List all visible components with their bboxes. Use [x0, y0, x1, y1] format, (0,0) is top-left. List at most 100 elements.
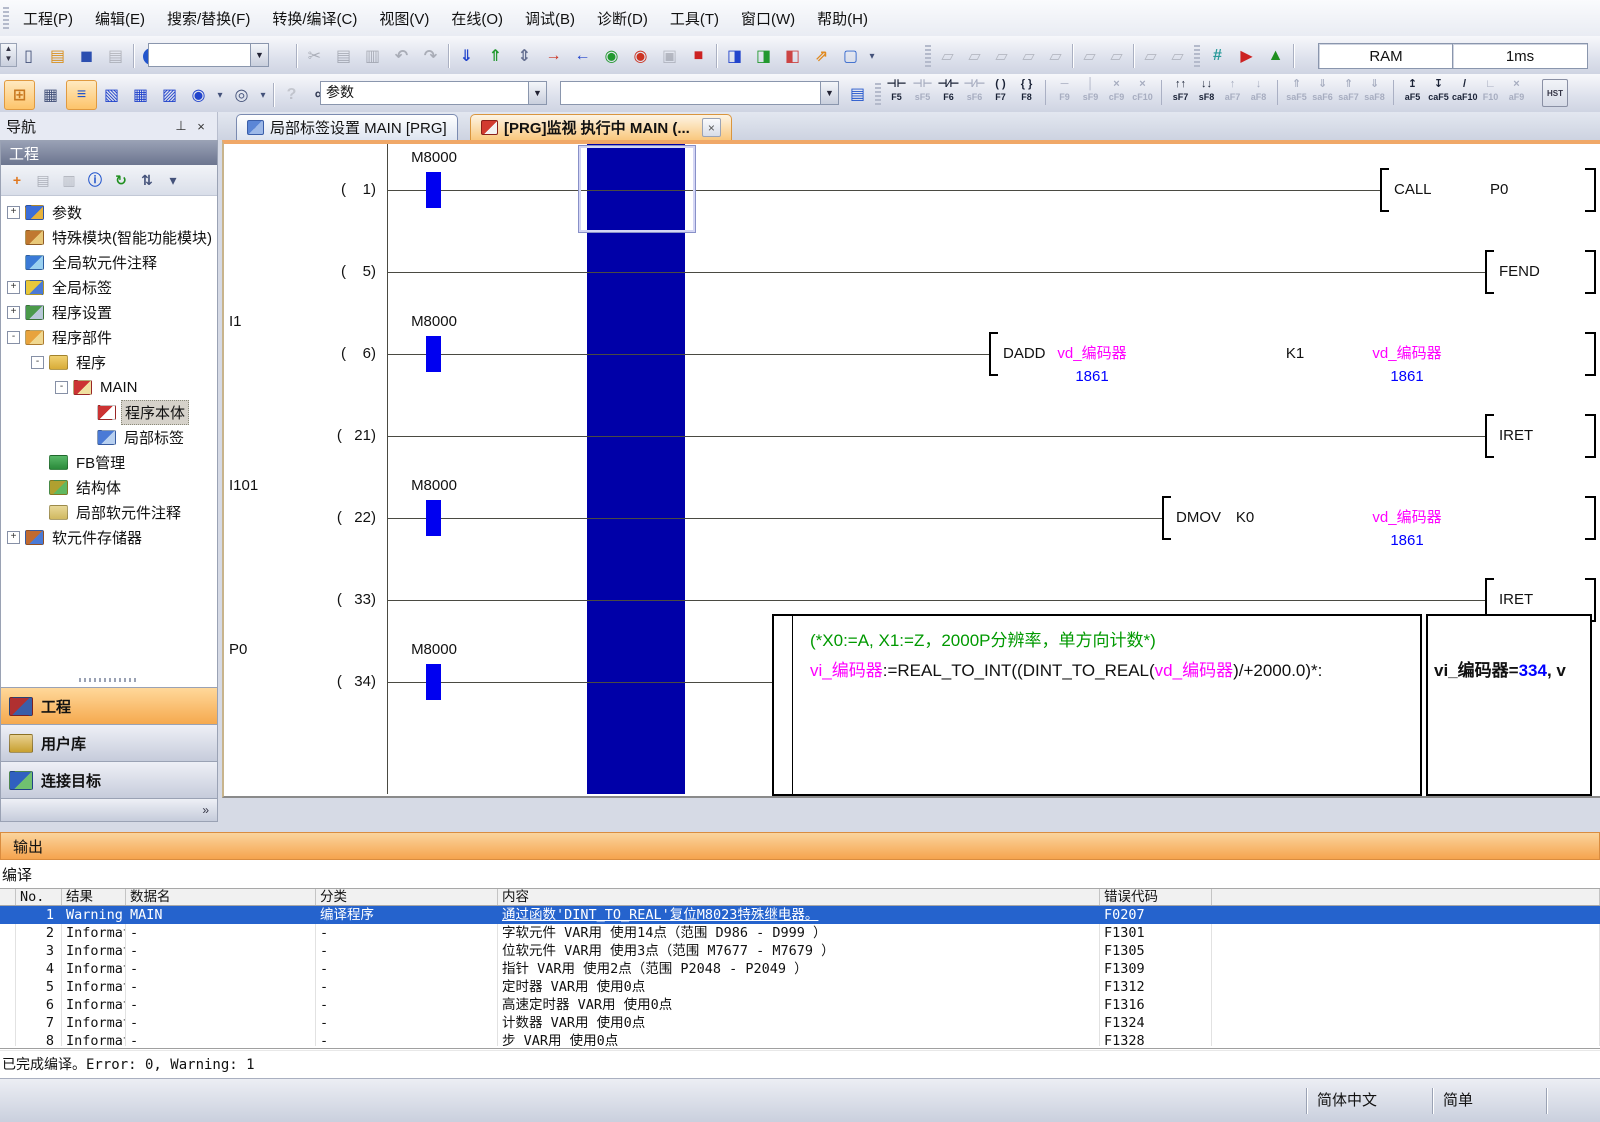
tree-item[interactable]: + 程序设置	[1, 300, 217, 325]
tree-item[interactable]: 局部标签	[1, 425, 217, 450]
help-icon-2[interactable]: ?	[277, 81, 306, 109]
debug-tool-icon-2[interactable]: ▱	[961, 42, 988, 70]
device-find-write-icon[interactable]: ◨	[720, 42, 749, 70]
ladder-symbol-button[interactable]: ─ F9	[1052, 77, 1077, 108]
tree-item[interactable]: 全局软元件注释	[1, 250, 217, 275]
close-icon[interactable]: ×	[191, 116, 211, 136]
column-content[interactable]: 内容	[498, 889, 1100, 905]
menu-item[interactable]: 调试(B)	[514, 5, 586, 32]
simulation-stop-icon[interactable]: ▲	[1261, 42, 1290, 70]
cut-icon[interactable]: ✂	[300, 42, 329, 70]
scan-time-field[interactable]: 1ms	[1452, 43, 1588, 69]
tree-item[interactable]: - 程序	[1, 350, 217, 375]
menu-grip[interactable]	[3, 7, 9, 29]
tree-item[interactable]: + 参数	[1, 200, 217, 225]
instruction-iret[interactable]: IRET	[1499, 425, 1533, 447]
watch-start-icon[interactable]: ◉	[597, 42, 626, 70]
output-row[interactable]: 7 Information - - 计数器 VAR用 使用0点 F1324	[0, 1014, 1600, 1032]
ladder-symbol-button[interactable]: ↑↑ sF7	[1168, 77, 1193, 108]
inline-st-button[interactable]: HST	[1542, 79, 1568, 107]
panel-resize-handle[interactable]	[1, 675, 217, 685]
ladder-symbol-button[interactable]: ⇑ saF7	[1336, 77, 1361, 108]
menu-item[interactable]: 编辑(E)	[84, 5, 156, 32]
contact-m8000[interactable]	[426, 336, 441, 372]
column-data-name[interactable]: 数据名	[126, 889, 316, 905]
menu-item[interactable]: 帮助(H)	[806, 5, 879, 32]
contact-m8000[interactable]	[426, 500, 441, 536]
ladder-symbol-button[interactable]: × aF9	[1504, 77, 1529, 108]
output-panel-header[interactable]: 输出	[0, 832, 1600, 860]
open-project-icon[interactable]: ▤	[43, 42, 72, 70]
output-row[interactable]: 2 Information - - 字软元件 VAR用 使用14点（范围 D98…	[0, 924, 1600, 942]
undo-icon[interactable]: ↶	[387, 42, 416, 70]
tree-item[interactable]: 局部软元件注释	[1, 500, 217, 525]
combo-dropdown-icon[interactable]: ▼	[250, 44, 268, 66]
new-data-icon[interactable]: +	[4, 167, 30, 193]
menu-item[interactable]: 窗口(W)	[730, 5, 806, 32]
instruction-fend[interactable]: FEND	[1499, 261, 1540, 283]
tree-expander-icon[interactable]: -	[31, 356, 44, 369]
ladder-symbol-button[interactable]: ⊣⊢ F5	[884, 77, 909, 108]
ladder-symbol-button[interactable]: │ sF9	[1078, 77, 1103, 108]
tree-expander-icon[interactable]: -	[55, 381, 68, 394]
ladder-symbol-button[interactable]: ↑ aF7	[1220, 77, 1245, 108]
ladder-symbol-button[interactable]: ↓ aF8	[1246, 77, 1271, 108]
search-dropdown-icon[interactable]: ▾	[256, 81, 270, 109]
debug-tool-icon-9[interactable]: ▱	[1164, 42, 1191, 70]
copy-icon[interactable]: ▤	[329, 42, 358, 70]
monitor-write-icon[interactable]: →	[539, 42, 568, 70]
ladder-symbol-button[interactable]: ⇑ saF5	[1284, 77, 1309, 108]
instruction-call[interactable]: CALL	[1394, 179, 1432, 201]
ladder-symbol-button[interactable]: { } F8	[1014, 77, 1039, 108]
toolbar-grip[interactable]	[875, 83, 881, 105]
menu-item[interactable]: 工程(P)	[12, 5, 84, 32]
output-row[interactable]: 1 Warning MAIN 编译程序 通过函数'DINT_TO_REAL'复位…	[0, 906, 1600, 924]
document-search-icon[interactable]: ▤	[843, 80, 872, 108]
display-dropdown-icon[interactable]: ▾	[213, 81, 227, 109]
tab-close-icon[interactable]: ×	[702, 118, 721, 137]
toolbar-grip[interactable]	[1194, 45, 1200, 67]
data-selector-combo[interactable]: 参数 ▼	[320, 81, 547, 105]
read-from-plc-icon[interactable]: ⇑	[481, 42, 510, 70]
data-info-icon[interactable]: ⓘ	[82, 167, 108, 193]
remote-operation-icon[interactable]: ◧	[778, 42, 807, 70]
ladder-symbol-button[interactable]: ↥ aF5	[1400, 77, 1425, 108]
operand-label[interactable]: K1	[1270, 343, 1320, 365]
save-project-icon[interactable]: ◼	[72, 42, 101, 70]
device-batch-icon[interactable]: ▣	[655, 42, 684, 70]
monitor-stop-icon[interactable]: ■	[684, 42, 713, 70]
ladder-symbol-button[interactable]: ↧ caF5	[1426, 77, 1451, 108]
instruction-iret[interactable]: IRET	[1499, 589, 1533, 611]
output-row[interactable]: 5 Information - - 定时器 VAR用 使用0点 F1312	[0, 978, 1600, 996]
debug-tool-icon-4[interactable]: ▱	[1015, 42, 1042, 70]
menu-item[interactable]: 视图(V)	[368, 5, 440, 32]
ladder-symbol-button[interactable]: ⇓ saF8	[1362, 77, 1387, 108]
combo-dropdown-icon[interactable]: ▼	[528, 82, 546, 104]
menu-item[interactable]: 搜索/替换(F)	[156, 5, 261, 32]
device-search-icon[interactable]: ◎	[227, 81, 256, 109]
sort-dropdown-icon[interactable]: ▾	[160, 167, 186, 193]
menu-item[interactable]: 在线(O)	[440, 5, 514, 32]
tab-local-label-setting[interactable]: 局部标签设置 MAIN [PRG]	[236, 114, 458, 140]
tree-item[interactable]: 特殊模块(智能功能模块)	[1, 225, 217, 250]
secondary-selector-combo[interactable]: ▼	[560, 81, 839, 105]
debug-tool-icon-5[interactable]: ▱	[1042, 42, 1069, 70]
combo-dropdown-icon[interactable]: ▼	[820, 82, 838, 104]
tree-item[interactable]: - MAIN	[1, 375, 217, 400]
output-row[interactable]: 8 Information - - 步 VAR用 使用0点 F1328	[0, 1032, 1600, 1046]
output-row[interactable]: 3 Information - - 位软元件 VAR用 使用3点（范围 M767…	[0, 942, 1600, 960]
device-grid-icon[interactable]: ▦	[126, 81, 155, 109]
ladder-symbol-button[interactable]: / caF10	[1452, 77, 1477, 108]
ladder-symbol-button[interactable]: ⊣⊢ sF5	[910, 77, 935, 108]
debug-tool-icon-6[interactable]: ▱	[1076, 42, 1103, 70]
memory-target-field[interactable]: RAM	[1318, 43, 1454, 69]
tree-expander-icon[interactable]: +	[7, 531, 20, 544]
sort-icon[interactable]: ⇅	[134, 167, 160, 193]
tree-item[interactable]: 结构体	[1, 475, 217, 500]
redo-icon[interactable]: ↷	[416, 42, 445, 70]
ladder-symbol-button[interactable]: ⇓ saF6	[1310, 77, 1335, 108]
device-comment-display-icon[interactable]: ▧	[97, 81, 126, 109]
menu-item[interactable]: 诊断(D)	[586, 5, 659, 32]
connection-test-icon[interactable]: #	[1203, 42, 1232, 70]
device-find-read-icon[interactable]: ◨	[749, 42, 778, 70]
